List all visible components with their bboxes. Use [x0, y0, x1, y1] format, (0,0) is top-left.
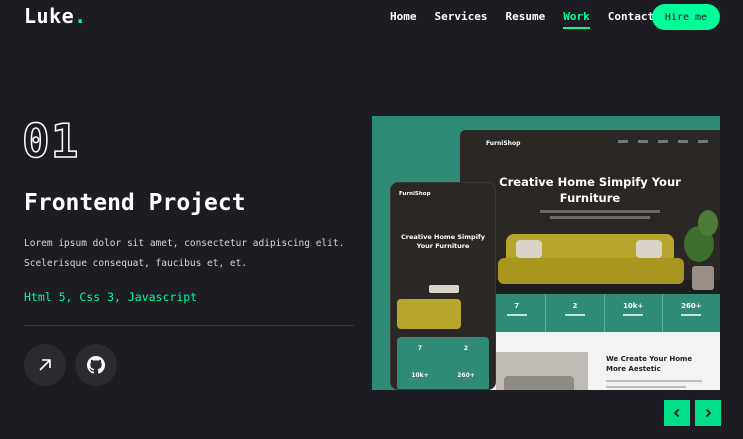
desktop-stats: 7 2 10k+ 260+	[488, 294, 720, 332]
chevron-left-icon	[673, 408, 680, 418]
stat-value: 2	[572, 302, 578, 310]
sofa-image	[397, 299, 461, 329]
stat-value: 10k+	[622, 302, 644, 310]
stat-item: 2	[546, 294, 605, 332]
stat-value: 2	[463, 345, 469, 352]
mobile-mockup: FurniShop Creative Home Simpify Your Fur…	[390, 182, 496, 390]
mobile-brand: FurniShop	[399, 191, 431, 197]
desktop-mockup: FurniShop Creative Home Simpify Your Fur…	[460, 130, 720, 390]
hero-subtext	[540, 210, 660, 213]
stat-item: 7	[488, 294, 547, 332]
description-line: Scelerisque consequat, faucibus et, et.	[24, 258, 248, 269]
desktop-hero-title: Creative Home Simpify Your Furniture	[460, 174, 720, 206]
pillow	[516, 240, 542, 258]
hero-line: Creative Home Simpify	[401, 233, 485, 241]
section-text	[606, 386, 686, 388]
project-preview: FurniShop Creative Home Simpify Your Fur…	[372, 116, 720, 390]
stat-value: 7	[514, 302, 520, 310]
nav-home[interactable]: Home	[390, 10, 417, 27]
hero-line: Your Furniture	[416, 242, 470, 250]
chevron-right-icon	[705, 408, 712, 418]
stat-value: 10k+	[411, 372, 429, 379]
hire-me-button[interactable]: Hire me	[652, 4, 720, 30]
desktop-menu	[618, 140, 708, 143]
nav-resume[interactable]: Resume	[505, 10, 545, 27]
mobile-cta	[429, 285, 459, 293]
github-icon	[87, 356, 105, 374]
logo[interactable]: Luke.	[24, 4, 87, 28]
stat-value: 260+	[681, 302, 702, 310]
project-description: Lorem ipsum dolor sit amet, consectetur …	[24, 234, 354, 274]
nav-work[interactable]: Work	[563, 10, 590, 29]
plant-image	[698, 210, 718, 236]
section-text	[606, 380, 702, 382]
logo-text: Luke	[24, 4, 75, 28]
desktop-brand: FurniShop	[486, 140, 521, 147]
project-title: Frontend Project	[24, 190, 246, 216]
pillow	[636, 240, 662, 258]
nav-services[interactable]: Services	[435, 10, 488, 27]
main-nav: Home Services Resume Work Contact	[390, 10, 672, 29]
live-project-button[interactable]	[24, 344, 66, 386]
hero-line: Creative Home Simpify Your	[499, 175, 681, 189]
stat-value: 7	[417, 345, 423, 352]
room-sofa-image	[504, 376, 574, 390]
mobile-stats: 7 2 10k+ 260+	[397, 337, 489, 389]
description-line: Lorem ipsum dolor sit amet, consectetur …	[24, 238, 345, 249]
github-repo-button[interactable]	[75, 344, 117, 386]
sofa-image	[498, 258, 684, 284]
hero-line: Furniture	[559, 191, 621, 205]
divider	[24, 325, 354, 326]
stat-item: 260+	[663, 294, 720, 332]
section-line: More Aestetic	[606, 365, 661, 373]
stat-value: 260+	[457, 372, 475, 379]
arrow-up-right-icon	[39, 359, 51, 371]
prev-project-button[interactable]	[664, 400, 690, 426]
logo-dot: .	[74, 4, 87, 28]
hero-subtext	[550, 216, 650, 219]
mobile-hero-title: Creative Home Simpify Your Furniture	[391, 233, 495, 251]
stat-item: 10k+	[605, 294, 663, 332]
next-project-button[interactable]	[695, 400, 721, 426]
tech-stack: Html 5, Css 3, Javascript	[24, 290, 198, 304]
section-line: We Create Your Home	[606, 355, 693, 363]
desktop-section-title: We Create Your Home More Aestetic	[606, 354, 716, 374]
plant-pot	[692, 266, 714, 290]
nav-contact[interactable]: Contact	[608, 10, 654, 27]
project-number: 01	[21, 114, 80, 168]
